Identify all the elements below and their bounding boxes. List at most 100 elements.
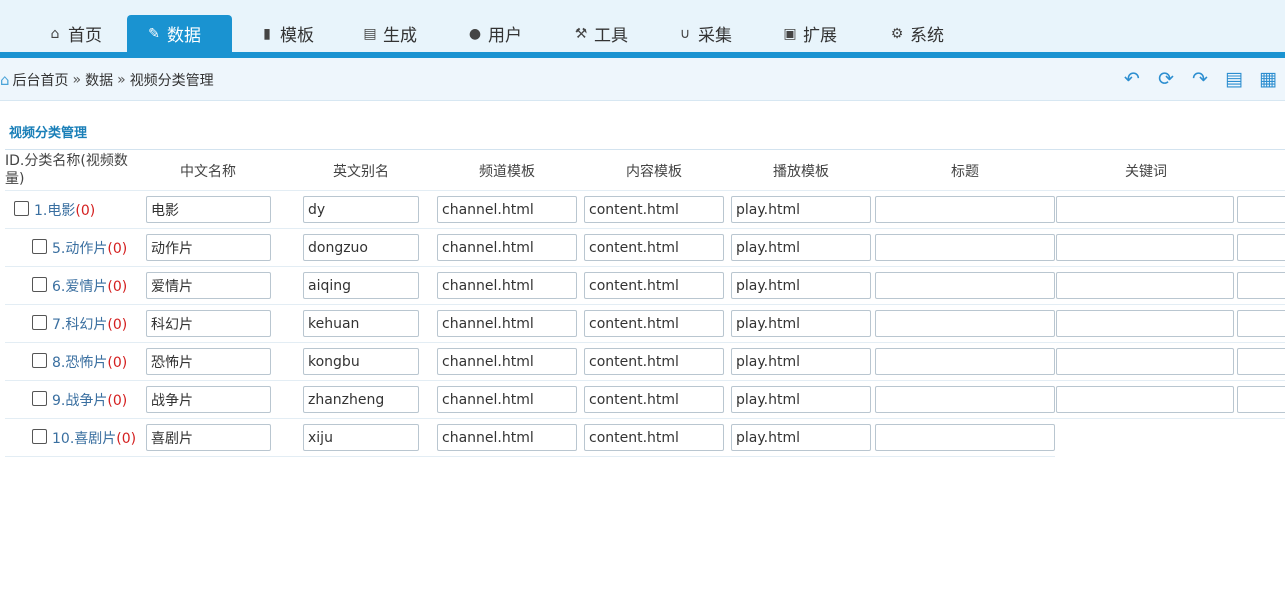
magnet-icon: ∪ [679, 25, 691, 42]
content-template-input[interactable] [584, 348, 724, 375]
forward-icon[interactable]: ↷ [1183, 68, 1217, 90]
content-template-input[interactable] [584, 272, 724, 299]
row-checkbox[interactable] [32, 315, 47, 330]
category-name-link[interactable]: 1.电影(0) [34, 200, 95, 220]
content-template-input[interactable] [584, 310, 724, 337]
nav-tab-home[interactable]: ⌂ 首页 [46, 15, 102, 52]
category-name-link[interactable]: 8.恐怖片(0) [52, 352, 127, 372]
toolbar: ↶ ⟳ ↷ ▤ ▦ [1115, 68, 1285, 90]
back-icon[interactable]: ↶ [1115, 68, 1149, 90]
en-alias-input[interactable] [303, 310, 419, 337]
nav-tab-generate[interactable]: ▤ 生成 [361, 15, 417, 52]
keywords-input[interactable] [1056, 272, 1234, 299]
row-checkbox[interactable] [32, 429, 47, 444]
cn-name-input[interactable] [146, 386, 271, 413]
nav-tab-label: 系统 [910, 26, 944, 46]
cn-name-input[interactable] [146, 348, 271, 375]
keywords-input[interactable] [1056, 348, 1234, 375]
category-name: 1.电影 [34, 203, 76, 219]
refresh-icon[interactable]: ⟳ [1149, 68, 1183, 90]
row-checkbox[interactable] [32, 353, 47, 368]
nav-tab-label: 工具 [594, 26, 628, 46]
row-checkbox[interactable] [32, 277, 47, 292]
description-input[interactable] [1237, 272, 1285, 299]
table-row: 7.科幻片(0) [5, 305, 1285, 343]
row-checkbox[interactable] [14, 201, 29, 216]
category-name-link[interactable]: 6.爱情片(0) [52, 276, 127, 296]
channel-template-input[interactable] [437, 424, 577, 451]
cn-name-input[interactable] [146, 424, 271, 451]
print-icon[interactable]: ▤ [1217, 68, 1251, 90]
nav-tab-system[interactable]: ⚙ 系统 [888, 15, 944, 52]
title-input[interactable] [875, 272, 1055, 299]
en-alias-input[interactable] [303, 424, 419, 451]
content-template-input[interactable] [584, 424, 724, 451]
play-template-input[interactable] [731, 424, 871, 451]
category-name: 6.爱情片 [52, 279, 108, 295]
channel-template-input[interactable] [437, 386, 577, 413]
en-alias-input[interactable] [303, 348, 419, 375]
channel-template-input[interactable] [437, 196, 577, 223]
breadcrumb-current: 视频分类管理 [129, 73, 214, 89]
category-name-link[interactable]: 7.科幻片(0) [52, 314, 127, 334]
keywords-input[interactable] [1056, 234, 1234, 261]
keywords-input[interactable] [1056, 386, 1234, 413]
description-input[interactable] [1237, 310, 1285, 337]
category-name-link[interactable]: 10.喜剧片(0) [52, 428, 136, 448]
channel-template-input[interactable] [437, 234, 577, 261]
channel-template-input[interactable] [437, 310, 577, 337]
layout-icon[interactable]: ▦ [1251, 68, 1285, 90]
en-alias-input[interactable] [303, 196, 419, 223]
cn-name-input[interactable] [146, 234, 271, 261]
top-nav: ⌂ 首页 ✎ 数据 ▮ 模板 ▤ 生成 ● 用户 ⚒ 工具 ∪ 采集 ▣ 扩展 ⚙ 系统 [0, 0, 1285, 58]
nav-tab-user[interactable]: ● 用户 [466, 15, 522, 52]
puzzle-icon: ▣ [783, 25, 797, 42]
category-name-link[interactable]: 9.战争片(0) [52, 390, 127, 410]
category-name: 10.喜剧片 [52, 431, 117, 447]
play-template-input[interactable] [731, 272, 871, 299]
content-template-input[interactable] [584, 196, 724, 223]
channel-template-input[interactable] [437, 348, 577, 375]
en-alias-input[interactable] [303, 234, 419, 261]
en-alias-input[interactable] [303, 272, 419, 299]
title-input[interactable] [875, 234, 1055, 261]
cn-name-input[interactable] [146, 272, 271, 299]
gear-icon: ⚙ [890, 25, 904, 42]
description-input[interactable] [1237, 386, 1285, 413]
row-checkbox[interactable] [32, 239, 47, 254]
play-template-input[interactable] [731, 348, 871, 375]
video-count: (0) [107, 279, 128, 295]
title-input[interactable] [875, 310, 1055, 337]
title-input[interactable] [875, 386, 1055, 413]
nav-tab-tools[interactable]: ⚒ 工具 [572, 15, 628, 52]
play-template-input[interactable] [731, 386, 871, 413]
nav-tab-collect[interactable]: ∪ 采集 [676, 15, 732, 52]
play-template-input[interactable] [731, 196, 871, 223]
video-count: (0) [107, 241, 128, 257]
nav-tab-data[interactable]: ✎ 数据 [127, 15, 232, 52]
keywords-input[interactable] [1056, 310, 1234, 337]
breadcrumb-data[interactable]: 数据 [85, 70, 113, 90]
title-input[interactable] [875, 424, 1055, 451]
play-template-input[interactable] [731, 234, 871, 261]
content-template-input[interactable] [584, 386, 724, 413]
breadcrumb-home[interactable]: 后台首页 [13, 70, 69, 90]
play-template-input[interactable] [731, 310, 871, 337]
description-input[interactable] [1237, 348, 1285, 375]
cn-name-input[interactable] [146, 196, 271, 223]
channel-template-input[interactable] [437, 272, 577, 299]
title-input[interactable] [875, 348, 1055, 375]
column-header-id-name: ID.分类名称(视频数量) [5, 153, 128, 187]
en-alias-input[interactable] [303, 386, 419, 413]
description-input[interactable] [1237, 196, 1285, 223]
breadcrumb-separator: » [72, 72, 82, 88]
nav-tab-template[interactable]: ▮ 模板 [258, 15, 314, 52]
title-input[interactable] [875, 196, 1055, 223]
cn-name-input[interactable] [146, 310, 271, 337]
content-template-input[interactable] [584, 234, 724, 261]
category-name-link[interactable]: 5.动作片(0) [52, 238, 127, 258]
keywords-input[interactable] [1056, 196, 1234, 223]
row-checkbox[interactable] [32, 391, 47, 406]
nav-tab-extend[interactable]: ▣ 扩展 [781, 15, 837, 52]
description-input[interactable] [1237, 234, 1285, 261]
